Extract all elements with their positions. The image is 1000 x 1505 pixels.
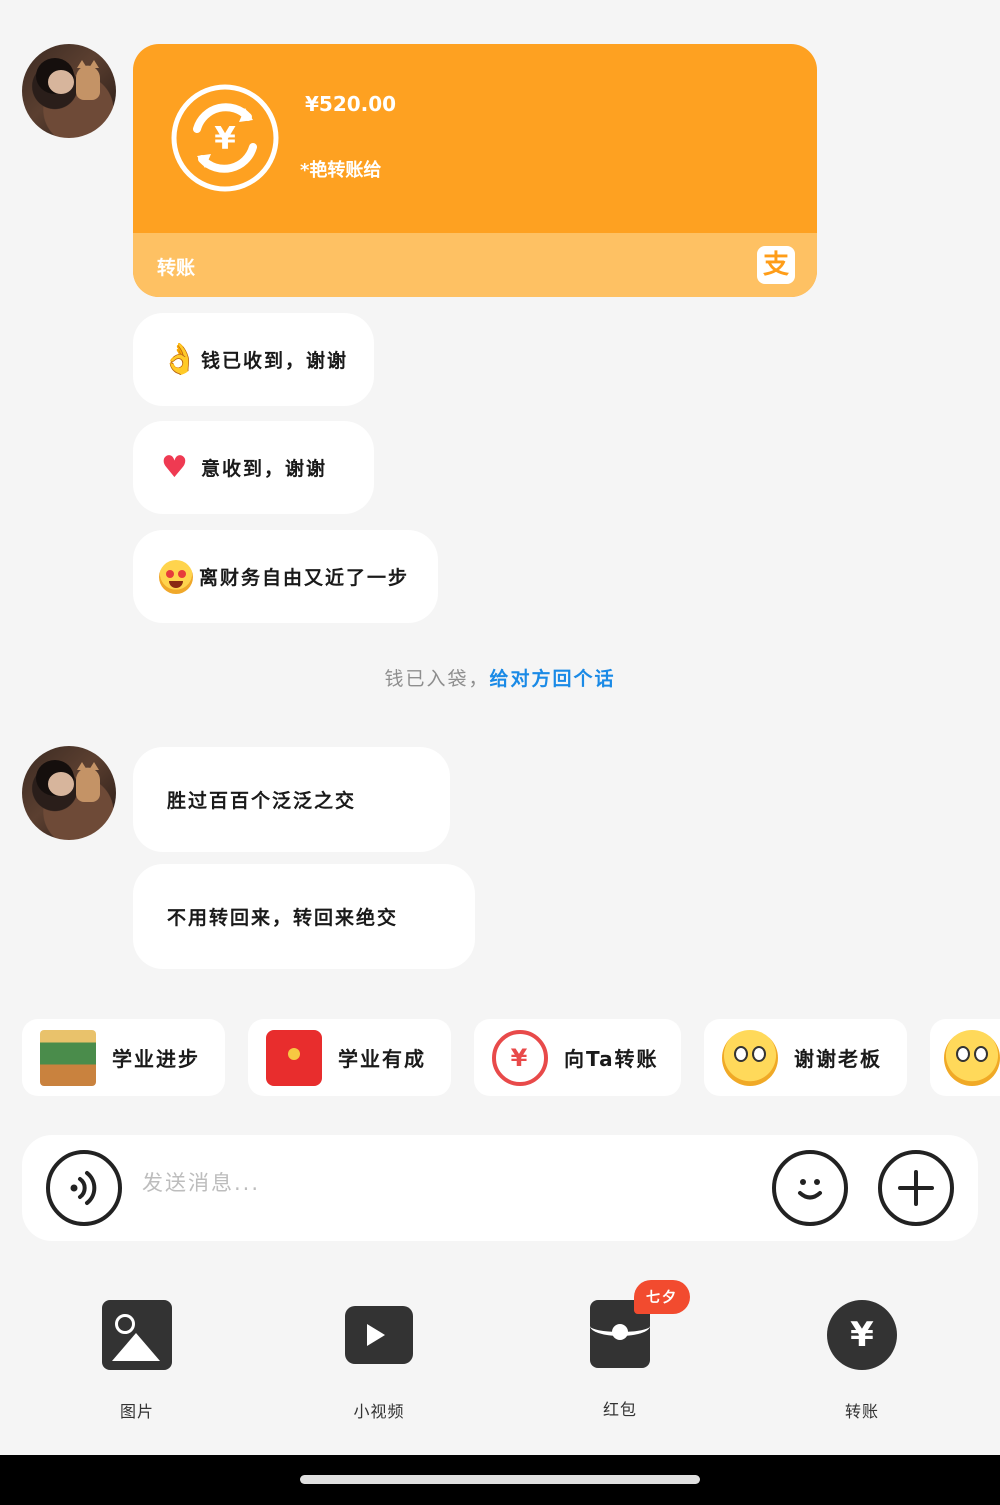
video-icon <box>345 1306 413 1364</box>
red-packet-icon: 七夕 <box>590 1280 690 1368</box>
alipay-logo-icon: 支 <box>757 246 795 284</box>
message-bubble[interactable]: 胜过百百个泛泛之交 <box>133 747 450 852</box>
quick-reply-label: 向Ta转账 <box>564 1047 659 1071</box>
sender-avatar[interactable] <box>22 44 116 138</box>
avatar-cat <box>76 60 100 100</box>
transfer-icon: ¥ <box>492 1029 548 1086</box>
quick-reply-label: 学业有成 <box>338 1047 426 1071</box>
star-eyes-face-icon <box>159 559 193 594</box>
plus-icon <box>898 1170 934 1206</box>
svg-text:¥: ¥ <box>214 121 236 157</box>
message-bubble[interactable]: 不用转回来，转回来绝交 <box>133 864 475 969</box>
system-navigation-bar <box>0 1455 1000 1505</box>
tool-transfer[interactable]: ¥ 转账 <box>792 1300 932 1422</box>
avatar-cat <box>76 762 100 802</box>
more-button[interactable] <box>878 1150 954 1226</box>
transfer-icon: ¥ <box>171 84 279 192</box>
message-text: 胜过百百个泛泛之交 <box>167 790 357 812</box>
emoji-button[interactable] <box>772 1150 848 1226</box>
tool-label: 红包 <box>602 1400 637 1419</box>
quick-reply-chip[interactable]: 谢谢老板 <box>704 1019 907 1096</box>
quick-reply-chip[interactable] <box>930 1019 1000 1096</box>
transfer-card-footer: 转账 支 <box>133 233 817 297</box>
quick-reply-chip[interactable]: 学业有成 <box>248 1019 451 1096</box>
voice-input-button[interactable] <box>46 1150 122 1226</box>
avatar-face <box>48 70 74 94</box>
voice-icon <box>70 1171 97 1205</box>
message-text: 意收到，谢谢 <box>201 458 328 480</box>
message-input-bar <box>22 1135 978 1241</box>
message-bubble[interactable]: 👌 钱已收到，谢谢 <box>133 313 374 406</box>
photo-icon <box>102 1300 172 1370</box>
system-tip-text: 钱已入袋， <box>384 668 490 690</box>
quick-reply-chip[interactable]: 学业进步 <box>22 1019 225 1096</box>
message-text: 离财务自由又近了一步 <box>199 567 410 589</box>
sender-avatar[interactable] <box>22 746 116 840</box>
heart-icon: ♥ <box>161 449 190 485</box>
smile-icon <box>798 1179 822 1200</box>
holiday-badge: 七夕 <box>634 1280 690 1314</box>
transfer-amount: ¥520.00 <box>305 92 397 116</box>
quick-reply-label: 谢谢老板 <box>794 1047 882 1071</box>
quick-reply-chip[interactable]: ¥ 向Ta转账 <box>474 1019 681 1096</box>
transfer-icon: ¥ <box>827 1300 897 1370</box>
tool-video[interactable]: 小视频 <box>309 1300 449 1422</box>
tool-photo[interactable]: 图片 <box>67 1300 207 1422</box>
chalkboard-sticker-icon <box>40 1029 96 1086</box>
quick-reply-label: 学业进步 <box>112 1047 200 1071</box>
transfer-label: 转账 <box>157 257 196 279</box>
transfer-card[interactable]: ¥ ¥520.00 *艳转账给 转账 支 <box>133 44 817 297</box>
emoji-sticker-icon <box>944 1029 1000 1086</box>
message-text: 钱已收到，谢谢 <box>201 350 349 372</box>
message-text: 不用转回来，转回来绝交 <box>167 907 399 929</box>
reply-link[interactable]: 给对方回个话 <box>490 668 616 690</box>
transfer-card-body: ¥ ¥520.00 *艳转账给 <box>133 44 817 233</box>
tool-label: 图片 <box>119 1402 154 1421</box>
message-input[interactable] <box>142 1171 742 1195</box>
tool-label: 小视频 <box>353 1402 405 1421</box>
message-bubble[interactable]: ♥ 意收到，谢谢 <box>133 421 374 514</box>
ok-hand-icon: 👌 <box>161 341 201 377</box>
transfer-note: *艳转账给 <box>300 160 382 181</box>
red-envelope-icon <box>266 1029 322 1086</box>
system-tip: 钱已入袋，给对方回个话 <box>0 664 1000 691</box>
home-indicator[interactable] <box>300 1475 700 1484</box>
avatar-face <box>48 772 74 796</box>
message-bubble[interactable]: 离财务自由又近了一步 <box>133 530 438 623</box>
thank-boss-emoji-icon <box>722 1029 778 1086</box>
tool-red-packet[interactable]: 七夕 红包 <box>550 1280 690 1420</box>
tool-label: 转账 <box>844 1402 879 1421</box>
